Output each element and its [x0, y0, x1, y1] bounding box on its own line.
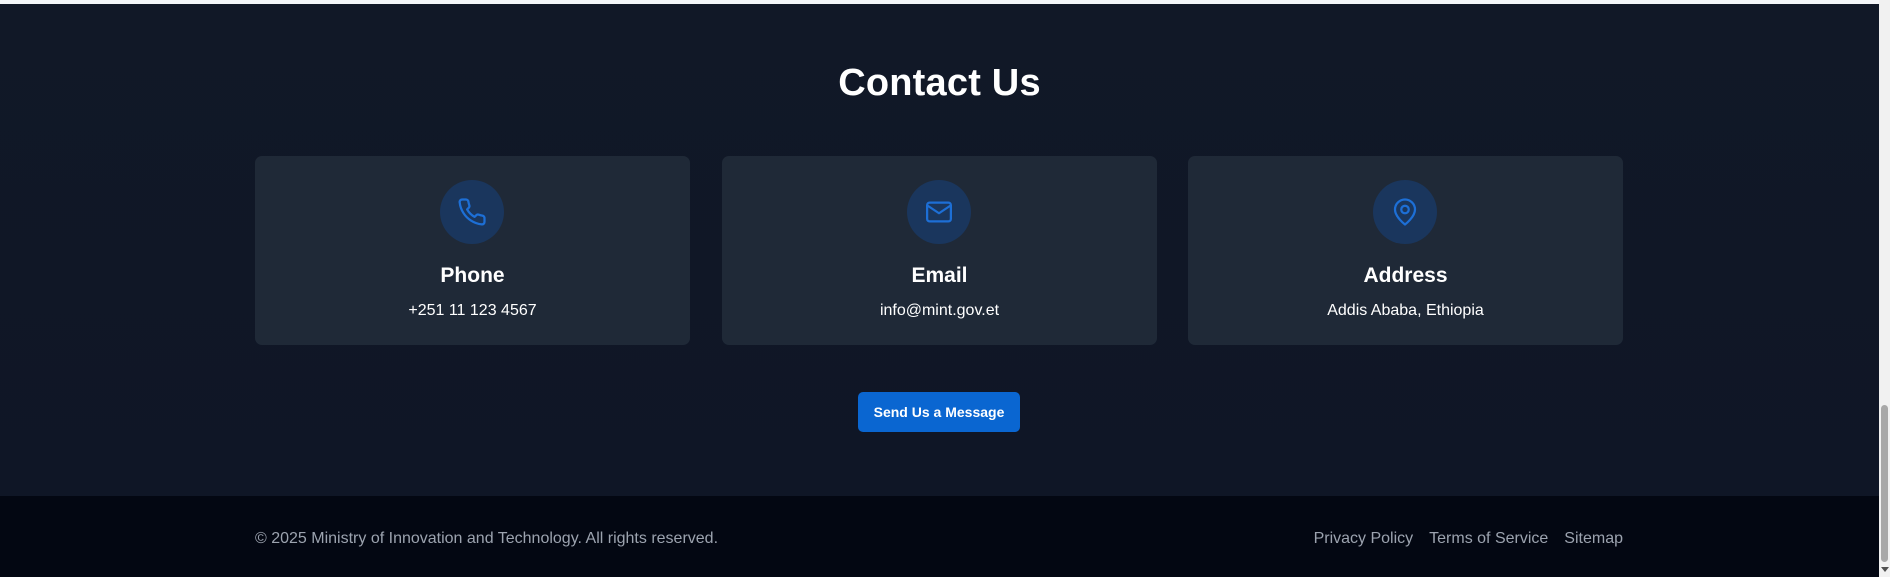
scrollbar-thumb[interactable]	[1881, 405, 1888, 562]
section-title: Contact Us	[838, 62, 1041, 104]
phone-number: +251 11 123 4567	[408, 302, 537, 319]
privacy-policy-link[interactable]: Privacy Policy	[1314, 530, 1414, 548]
copyright-text: © 2025 Ministry of Innovation and Techno…	[255, 530, 719, 547]
contact-section: Contact Us Phone +251 11 123 4567 Email …	[0, 4, 1879, 496]
terms-of-service-link[interactable]: Terms of Service	[1429, 530, 1548, 548]
email-card: Email info@mint.gov.et	[722, 156, 1157, 345]
page-viewport: Contact Us Phone +251 11 123 4567 Email …	[0, 0, 1879, 577]
phone-card-title: Phone	[440, 264, 505, 287]
email-address: info@mint.gov.et	[879, 302, 1000, 319]
phone-card: Phone +251 11 123 4567	[255, 156, 690, 345]
map-pin-icon-circle	[1373, 180, 1437, 244]
sitemap-link[interactable]: Sitemap	[1564, 530, 1623, 548]
mail-icon-circle	[907, 180, 971, 244]
address-text: Addis Ababa, Ethiopia	[1327, 302, 1484, 319]
page-scrollbar[interactable]	[1879, 0, 1890, 577]
address-card: Address Addis Ababa, Ethiopia	[1188, 156, 1623, 345]
address-card-title: Address	[1363, 264, 1448, 287]
mail-icon	[926, 201, 952, 223]
scroll-down-arrow-icon[interactable]	[1881, 567, 1889, 572]
email-card-title: Email	[911, 264, 968, 287]
phone-icon-circle	[440, 180, 504, 244]
footer: © 2025 Ministry of Innovation and Techno…	[0, 496, 1879, 577]
send-message-button[interactable]: Send Us a Message	[858, 392, 1020, 432]
phone-icon	[458, 198, 486, 226]
map-pin-icon	[1393, 198, 1417, 226]
footer-links: Privacy Policy Terms of Service Sitemap	[1314, 530, 1623, 548]
